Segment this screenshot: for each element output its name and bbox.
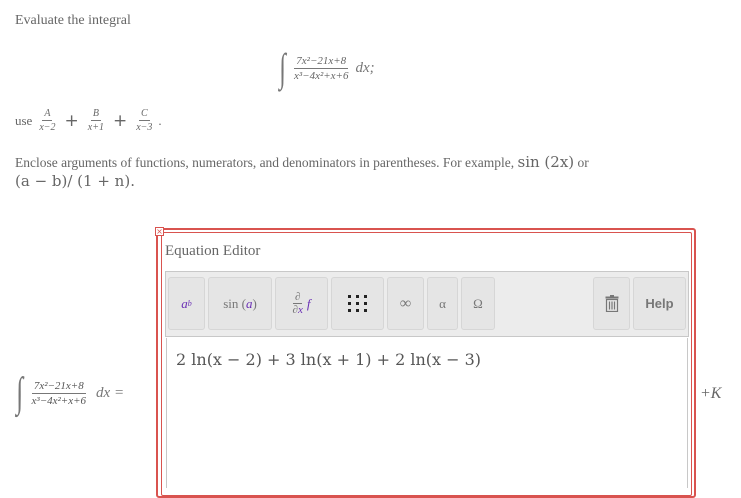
integral-sign: ∫ <box>16 370 24 416</box>
example-sin: sin (2x) <box>517 153 575 171</box>
derivative-fraction: ∂ ∂x <box>293 291 303 316</box>
help-label: Help <box>645 296 674 311</box>
derivative-variable: x <box>297 304 303 316</box>
fraction-b-num: B <box>90 108 101 121</box>
dx-equals: dx = <box>96 384 125 401</box>
integrand-fraction: 7x²−21x+8 x³−4x²+x+6 <box>292 55 351 82</box>
fraction-a-num: A <box>42 108 53 121</box>
instructions: Enclose arguments of functions, numerato… <box>15 153 625 191</box>
alpha-icon: α <box>439 295 446 311</box>
fraction-a: A x−2 <box>37 108 57 133</box>
answer-denominator: x³−4x²+x+6 <box>31 394 87 407</box>
answer-integrand: 7x²−21x+8 x³−4x²+x+6 <box>30 380 89 407</box>
instructions-text: Enclose arguments of functions, numerato… <box>15 155 515 170</box>
fraction-a-den: x−2 <box>39 122 56 133</box>
example-fraction: (a − b)/ (1 + n). <box>15 172 135 190</box>
function-button[interactable]: sin (a) <box>208 277 272 330</box>
integrand-denominator: x³−4x²+x+6 <box>293 69 349 82</box>
help-button[interactable]: Help <box>633 277 686 330</box>
fraction-b-den: x+1 <box>87 122 104 133</box>
integral-sign: ∫ <box>279 45 286 90</box>
answer-integral: ∫ 7x²−21x+8 x³−4x²+x+6 dx = <box>14 372 124 414</box>
plus-sign: + <box>64 110 79 131</box>
infinity-icon: ∞ <box>399 294 412 312</box>
plus-sign: + <box>112 110 128 131</box>
differential: dx; <box>355 59 375 76</box>
fraction-b: B x+1 <box>86 108 106 133</box>
infinity-button[interactable]: ∞ <box>387 277 424 330</box>
example-or: or <box>577 155 589 170</box>
omega-button[interactable]: Ω <box>461 277 495 330</box>
matrix-button[interactable] <box>331 277 384 330</box>
use-label: use <box>15 112 33 128</box>
power-button[interactable]: ab <box>168 277 205 330</box>
power-exponent: b <box>187 299 192 308</box>
trash-icon <box>605 295 618 312</box>
fraction-c: C x−3 <box>134 108 154 133</box>
close-icon[interactable]: × <box>155 227 164 236</box>
use-suffix: . <box>158 112 162 128</box>
fraction-c-den: x−3 <box>136 122 153 133</box>
problem-intro: Evaluate the integral <box>15 13 131 28</box>
matrix-icon <box>347 294 367 312</box>
editor-toolbar: ab sin (a) ∂ ∂x f ∞ α Ω Help <box>165 271 689 337</box>
derivative-button[interactable]: ∂ ∂x f <box>275 277 328 330</box>
omega-icon: Ω <box>473 295 483 311</box>
clear-button[interactable] <box>593 277 630 330</box>
answer-expression[interactable]: 2 ln(x − 2) + 3 ln(x + 1) + 2 ln(x − 3) <box>176 350 481 369</box>
derivative-function: f <box>306 295 311 311</box>
sin-suffix: ) <box>252 295 257 311</box>
integration-constant: +K <box>700 385 722 402</box>
derivative-numerator: ∂ <box>292 291 303 304</box>
integral-expression: ∫ 7x²−21x+8 x³−4x²+x+6 dx; <box>277 45 375 90</box>
derivative-denominator: ∂x <box>293 304 303 316</box>
sin-prefix: sin ( <box>223 295 246 311</box>
greek-alpha-button[interactable]: α <box>427 277 458 330</box>
partial-fraction-hint: use A x−2 + B x+1 + C x−3 . <box>15 108 162 133</box>
integrand-numerator: 7x²−21x+8 <box>294 54 349 69</box>
fraction-c-num: C <box>138 108 150 121</box>
editor-title: Equation Editor <box>165 243 261 259</box>
answer-numerator: 7x²−21x+8 <box>31 379 86 394</box>
